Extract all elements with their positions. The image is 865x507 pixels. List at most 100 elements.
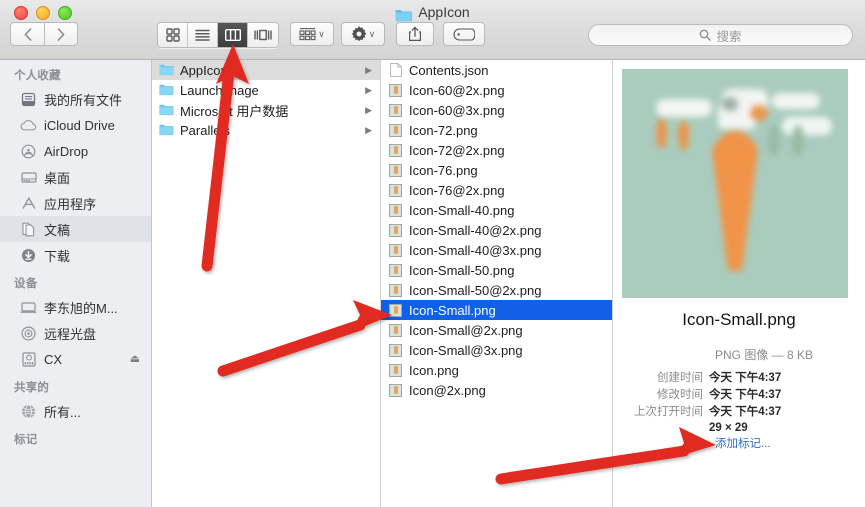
- sidebar[interactable]: 个人收藏 我的所有文件 iCloud Drive AirDrop 桌面 应用程序…: [0, 60, 152, 507]
- share-button[interactable]: [396, 22, 434, 46]
- titlebar: AppIcon ∨ ∨ 搜索: [0, 0, 865, 60]
- disclosure-arrow-icon[interactable]: ▶: [365, 65, 372, 76]
- action-menu-button[interactable]: ∨: [341, 22, 385, 46]
- metadata-row: 修改时间 今天 下午4:37: [613, 385, 865, 402]
- desktop-icon: [20, 169, 37, 186]
- list-item[interactable]: Microsoft 用户数据 ▶: [152, 100, 380, 120]
- sidebar-item-downloads[interactable]: 下载: [0, 242, 151, 268]
- image-file-icon: [388, 363, 403, 378]
- list-item[interactable]: Icon-72@2x.png: [381, 140, 612, 160]
- metadata-key: 修改时间: [657, 388, 703, 401]
- column-view-button[interactable]: [218, 23, 248, 47]
- list-item-label: Icon-Small-40@3x.png: [409, 242, 542, 258]
- disclosure-arrow-icon[interactable]: ▶: [365, 105, 372, 116]
- list-item-label: Icon-Small-50@2x.png: [409, 282, 542, 298]
- list-item[interactable]: Icon.png: [381, 360, 612, 380]
- sidebar-item-icloud-drive[interactable]: iCloud Drive: [0, 112, 151, 138]
- list-item[interactable]: Icon-Small@2x.png: [381, 320, 612, 340]
- chevron-down-icon: ∨: [368, 28, 376, 39]
- column-files[interactable]: Contents.json Icon-60@2x.png Icon-60@3x.…: [381, 60, 613, 507]
- applications-icon: [20, 195, 37, 212]
- metadata-value: 今天 下午4:37: [709, 388, 782, 401]
- sidebar-section-favorites-header: 个人收藏: [14, 70, 61, 82]
- list-item-label: Icon-Small@2x.png: [409, 322, 523, 338]
- list-item[interactable]: Icon-Small-40.png: [381, 200, 612, 220]
- sidebar-item-label: 李东旭的M...: [44, 300, 118, 316]
- disclosure-arrow-icon[interactable]: ▶: [365, 85, 372, 96]
- view-mode-segmented-control: [157, 22, 279, 48]
- preview-thumbnail: [622, 69, 848, 298]
- list-item-label: Icon-60@2x.png: [409, 82, 505, 98]
- disclosure-arrow-icon[interactable]: ▶: [365, 125, 372, 136]
- sidebar-item-label: iCloud Drive: [44, 117, 115, 133]
- list-item-label: LaunchImage: [180, 82, 259, 98]
- sidebar-item-label: CX: [44, 351, 63, 367]
- folder-icon: [159, 63, 174, 78]
- icon-view-button[interactable]: [158, 23, 188, 47]
- sidebar-item-all-shared[interactable]: 所有...: [0, 398, 151, 424]
- sidebar-item-cx-drive[interactable]: CX ⏏: [0, 346, 151, 372]
- eject-icon[interactable]: ⏏: [130, 352, 140, 365]
- back-button[interactable]: [10, 22, 44, 46]
- list-item[interactable]: Parallels ▶: [152, 120, 380, 140]
- preview-filename: Icon-Small.png: [682, 310, 796, 329]
- sidebar-item-applications[interactable]: 应用程序: [0, 190, 151, 216]
- carrot-shape: [709, 131, 761, 271]
- preview-metadata: 创建时间 今天 下午4:37 修改时间 今天 下午4:37 上次打开时间 今天 …: [613, 368, 865, 436]
- search-icon: [700, 29, 712, 41]
- sidebar-item-desktop[interactable]: 桌面: [0, 164, 151, 190]
- list-item-label: Contents.json: [409, 62, 489, 78]
- image-file-icon: [388, 223, 403, 238]
- list-item[interactable]: Icon-Small-50.png: [381, 260, 612, 280]
- image-file-icon: [388, 103, 403, 118]
- image-file-icon: [388, 303, 403, 318]
- arrange-button[interactable]: ∨: [290, 22, 334, 46]
- list-item[interactable]: Contents.json: [381, 60, 612, 80]
- sidebar-item-remote-disc[interactable]: 远程光盘: [0, 320, 151, 346]
- list-item-selected[interactable]: Icon-Small.png: [381, 300, 612, 320]
- sidebar-section-tags-header: 标记: [14, 434, 38, 446]
- folder-icon: [395, 7, 413, 21]
- cloud-icon: [20, 117, 37, 134]
- search-placeholder: 搜索: [716, 29, 742, 44]
- list-item-label: Icon-60@3x.png: [409, 102, 505, 118]
- list-item[interactable]: Icon-76@2x.png: [381, 180, 612, 200]
- sidebar-item-label: AirDrop: [44, 143, 89, 159]
- image-file-icon: [388, 143, 403, 158]
- gear-icon: [351, 26, 367, 42]
- sidebar-item-documents[interactable]: 文稿: [0, 216, 151, 242]
- list-item[interactable]: Icon-Small-40@2x.png: [381, 220, 612, 240]
- search-field[interactable]: 搜索: [588, 24, 853, 46]
- list-item-label: Icon-Small-40@2x.png: [409, 222, 542, 238]
- list-item[interactable]: Icon-72.png: [381, 120, 612, 140]
- image-file-icon: [388, 343, 403, 358]
- tag-button[interactable]: [443, 22, 485, 46]
- list-item[interactable]: Icon-Small@3x.png: [381, 340, 612, 360]
- list-item[interactable]: AppIcon ▶: [152, 60, 380, 80]
- list-item-label: Icon-Small.png: [409, 302, 496, 318]
- add-tags-link[interactable]: 添加标记...: [715, 435, 771, 451]
- list-item[interactable]: Icon-60@3x.png: [381, 100, 612, 120]
- share-icon: [409, 26, 421, 41]
- sidebar-item-airdrop[interactable]: AirDrop: [0, 138, 151, 164]
- list-item[interactable]: Icon@2x.png: [381, 380, 612, 400]
- list-item[interactable]: Icon-76.png: [381, 160, 612, 180]
- list-item[interactable]: LaunchImage ▶: [152, 80, 380, 100]
- sidebar-item-all-my-files[interactable]: 我的所有文件: [0, 86, 151, 112]
- list-item-label: Icon-72@2x.png: [409, 142, 505, 158]
- image-file-icon: [388, 383, 403, 398]
- list-item[interactable]: Icon-Small-40@3x.png: [381, 240, 612, 260]
- forward-button[interactable]: [44, 22, 78, 46]
- json-document-icon: [388, 63, 403, 78]
- laptop-icon: [20, 299, 37, 316]
- sidebar-item-macbook[interactable]: 李东旭的M...: [0, 294, 151, 320]
- image-file-icon: [388, 263, 403, 278]
- coverflow-view-button[interactable]: [248, 23, 278, 47]
- sidebar-section-devices-header: 设备: [14, 278, 38, 290]
- list-item-label: Icon-Small-50.png: [409, 262, 515, 278]
- list-item[interactable]: Icon-60@2x.png: [381, 80, 612, 100]
- metadata-row-dimensions: 29 × 29: [613, 419, 865, 436]
- column-folders[interactable]: AppIcon ▶ LaunchImage ▶ Microsoft 用户数据 ▶…: [152, 60, 381, 507]
- list-item[interactable]: Icon-Small-50@2x.png: [381, 280, 612, 300]
- list-view-button[interactable]: [188, 23, 218, 47]
